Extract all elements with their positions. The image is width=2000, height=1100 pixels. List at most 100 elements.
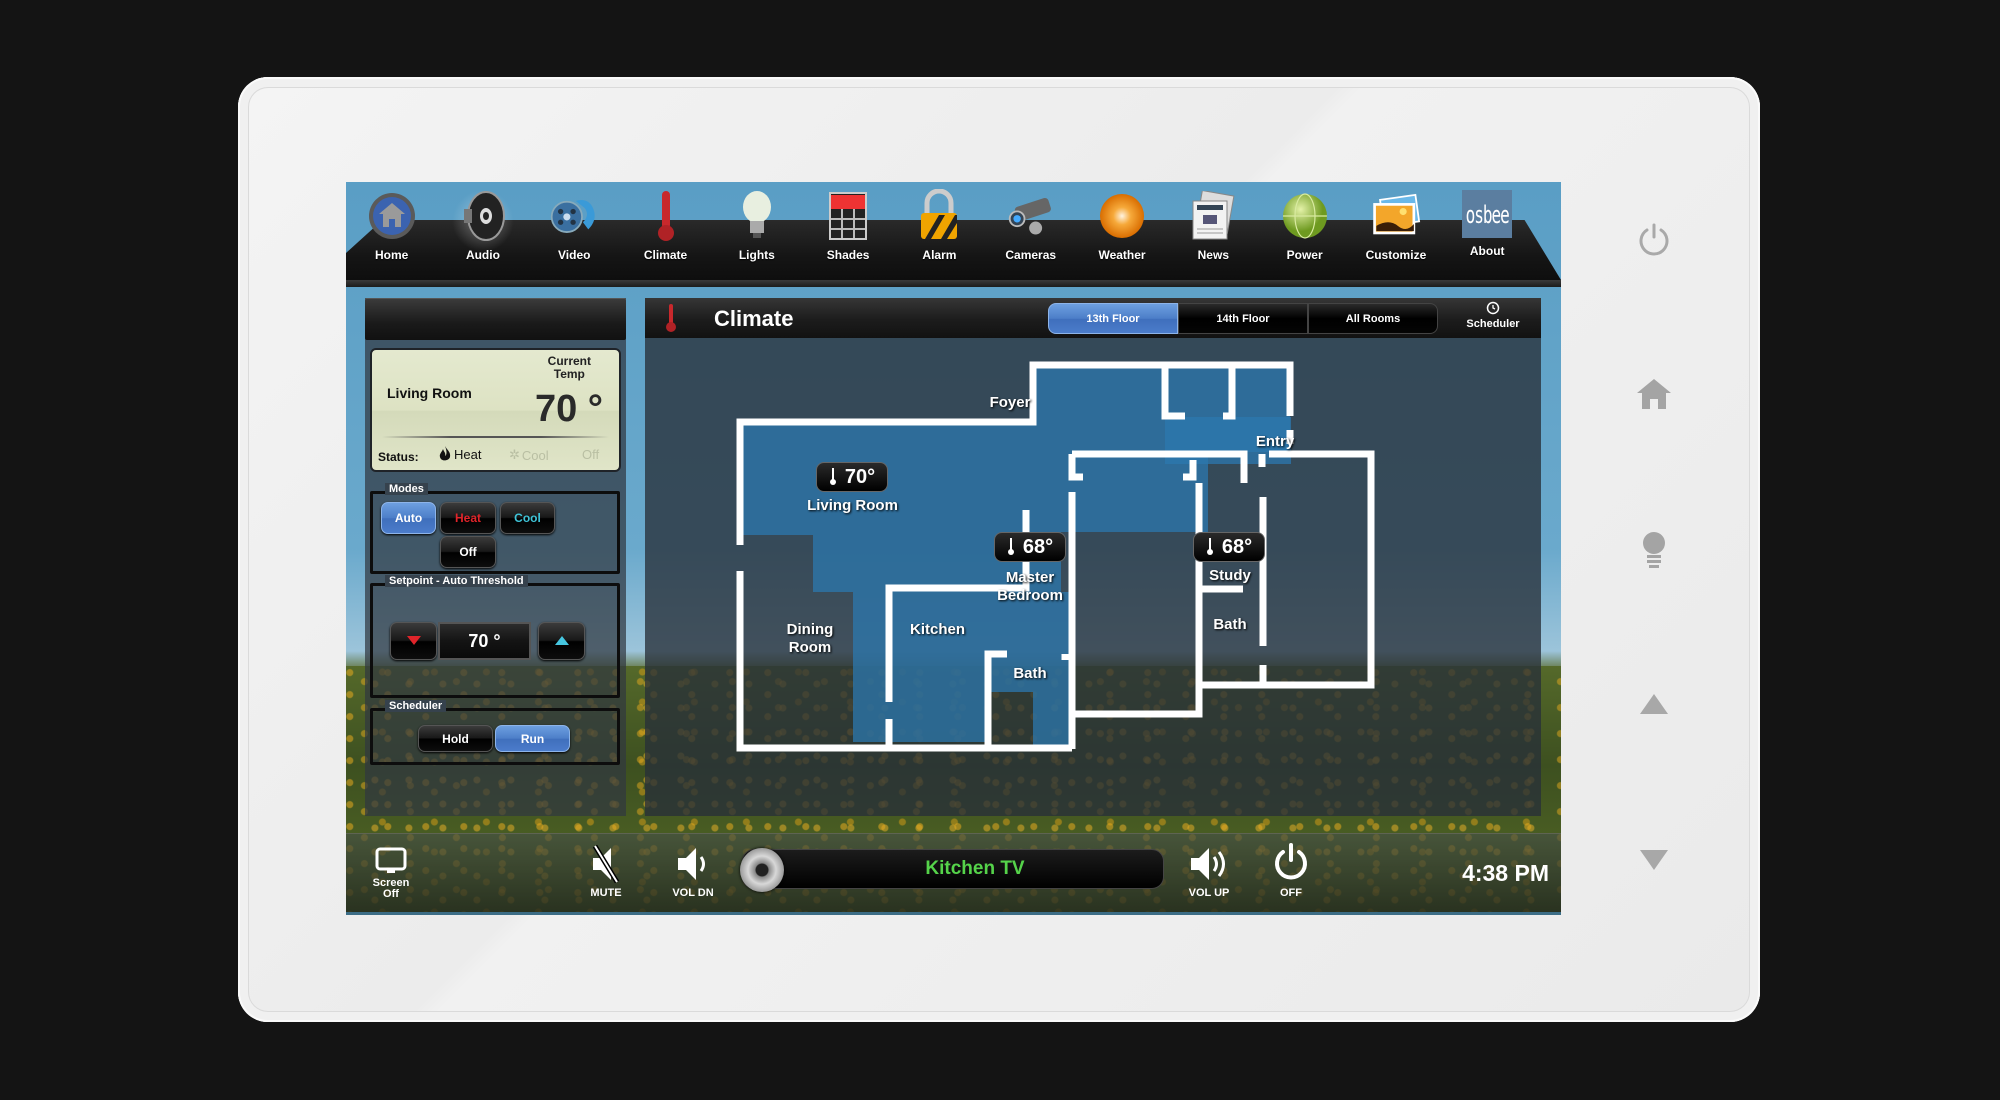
volume-down-button[interactable]: VOL DN [663,844,723,899]
nav-weather[interactable]: Weather [1076,190,1167,276]
volume-down-icon [678,848,705,880]
power-icon [1275,843,1307,880]
study-temp-badge[interactable]: 68° [1193,532,1265,562]
mode-cool-button[interactable]: Cool [500,502,555,534]
room-bath-kitchen[interactable]: Bath [995,665,1065,683]
room-master-bedroom[interactable]: Master Bedroom [980,569,1080,605]
tab-14th-floor[interactable]: 14th Floor [1178,303,1308,334]
modes-title: Modes [385,483,428,495]
tab-13th-floor[interactable]: 13th Floor [1048,303,1178,334]
current-temp-value: 70 ° [534,388,603,430]
master-bedroom-temp-badge[interactable]: 68° [994,532,1066,562]
padlock-icon [914,189,964,242]
thermostat-room-name: Living Room [387,385,472,401]
current-temp-label: Current Temp [547,354,591,381]
room-study[interactable]: Study [1190,567,1270,585]
newspaper-icon [1188,190,1238,242]
nav-video[interactable]: Video [529,190,620,276]
climate-header: Climate 13th Floor 14th Floor All Rooms … [645,298,1541,338]
room-living-room[interactable]: Living Room [795,497,910,515]
room-entry[interactable]: Entry [1240,433,1310,451]
room-kitchen[interactable]: Kitchen [890,621,985,639]
top-navigation: Home Audio Video Climate Lights Shades A… [346,182,1561,287]
osbee-logo: osbee [1462,190,1513,238]
modes-group: Modes Auto Heat Cool Off [370,483,620,574]
source-knob[interactable] [740,848,784,892]
thermometer-icon [666,304,676,332]
lightbulb-icon [732,190,782,242]
scheduler-group: Scheduler Hold Run [370,700,620,765]
scheduler-link[interactable]: Scheduler [1458,301,1528,330]
source-name[interactable]: Kitchen TV [786,858,1164,880]
setpoint-value: 70 ° [468,630,501,651]
floor-selector: 13th Floor 14th Floor All Rooms [1048,303,1438,334]
thermometer-icon [829,468,836,485]
power-icon [1639,223,1669,256]
thermostat-panel: Living Room Current Temp 70 ° Status: He… [365,298,626,816]
living-room-temp-badge[interactable]: 70° [816,462,888,492]
mode-off-button[interactable]: Off [440,536,496,568]
thermometer-icon [1206,538,1213,555]
side-down-button[interactable] [1630,836,1678,884]
setpoint-title: Setpoint - Auto Threshold [385,575,528,587]
speaker-icon [458,190,508,242]
bottom-control-bar: Screen Off MUTE VOL DN Kitchen TV VOL UP… [346,833,1561,915]
panel-header [365,298,626,340]
clock: 4:38 PM [1462,860,1549,886]
nav-home[interactable]: Home [346,190,437,276]
side-up-button[interactable] [1630,680,1678,728]
tab-all-rooms[interactable]: All Rooms [1308,303,1438,334]
nav-customize[interactable]: Customize [1350,190,1441,276]
nav-climate[interactable]: Climate [620,190,711,276]
nav-lights[interactable]: Lights [711,190,802,276]
volume-up-button[interactable]: VOL UP [1179,844,1239,899]
setpoint-down-button[interactable] [390,622,437,660]
monitor-icon [375,847,407,873]
nav-alarm[interactable]: Alarm [894,189,985,276]
floorplan-walls [736,361,1375,752]
scheduler-hold-button[interactable]: Hold [418,725,493,752]
arrow-up-icon [554,636,569,645]
globe-icon [1280,190,1330,242]
volume-up-icon [1191,848,1225,880]
mode-auto-button[interactable]: Auto [381,502,436,534]
scheduler-title: Scheduler [385,700,447,712]
side-home-button[interactable] [1630,370,1678,418]
weather-sun-icon [1097,190,1147,242]
setpoint-up-button[interactable] [538,622,585,660]
status-label: Status: [378,450,419,464]
security-camera-icon [1006,190,1056,242]
nav-power[interactable]: Power [1259,190,1350,276]
mute-button[interactable]: MUTE [581,844,631,899]
screen-off-button[interactable]: Screen Off [366,847,416,900]
off-button[interactable]: OFF [1266,842,1316,899]
mode-heat-button[interactable]: Heat [440,502,496,534]
home-icon [1637,379,1671,409]
arrow-down-icon [1640,850,1668,870]
room-dining-room[interactable]: Dining Room [770,621,850,657]
setpoint-value-display: 70 ° [438,622,531,660]
status-off: Off [582,447,600,462]
side-lights-button[interactable] [1630,526,1678,574]
shades-icon [823,190,873,242]
touch-screen: Home Audio Video Climate Lights Shades A… [346,182,1561,915]
setpoint-group: Setpoint - Auto Threshold 70 ° [370,575,620,698]
clock-icon [1486,301,1500,315]
mute-icon [592,844,620,884]
arrow-up-icon [1640,694,1668,714]
thermometer-icon [641,190,691,242]
nav-news[interactable]: News [1168,190,1259,276]
nav-cameras[interactable]: Cameras [985,190,1076,276]
nav-about[interactable]: osbee About [1442,190,1533,276]
climate-panel: Climate 13th Floor 14th Floor All Rooms … [645,298,1541,816]
status-cool: ✲ Cool [509,447,549,463]
room-bath-master[interactable]: Bath [1200,616,1260,634]
nav-audio[interactable]: Audio [437,190,528,276]
scheduler-run-button[interactable]: Run [495,725,570,752]
side-power-button[interactable] [1630,216,1678,264]
nav-shades[interactable]: Shades [802,190,893,276]
status-heat: Heat [438,446,481,462]
snowflake-icon: ✲ [509,447,520,462]
room-foyer[interactable]: Foyer [970,394,1050,412]
lightbulb-icon [1643,532,1665,568]
